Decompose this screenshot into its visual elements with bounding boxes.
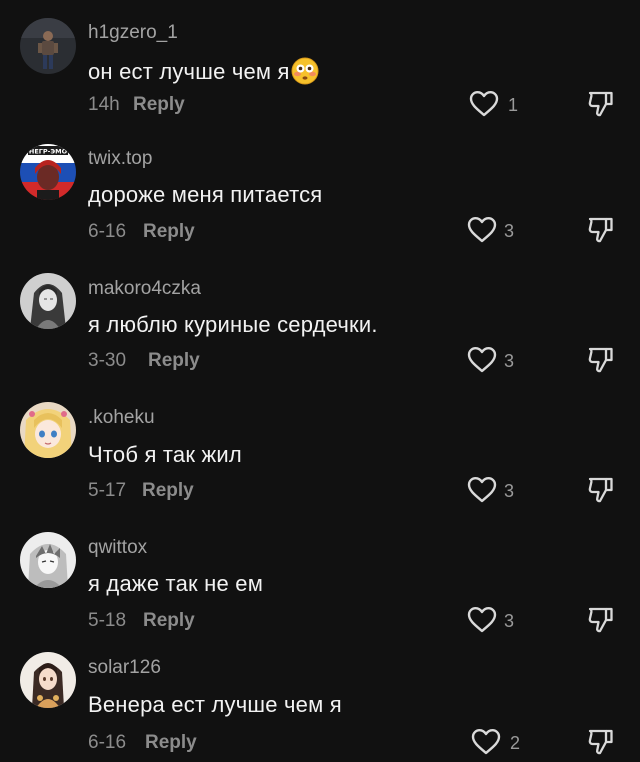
comment-time: 14h (88, 94, 120, 115)
heart-outline-icon (471, 729, 501, 755)
like-count: 1 (508, 95, 519, 115)
comment-text: я даже так не ем (88, 571, 264, 596)
thumbs-down-outline-icon (588, 217, 613, 243)
avatar[interactable] (20, 532, 76, 588)
like-button[interactable] (467, 216, 497, 244)
heart-outline-icon (467, 477, 497, 503)
comment-time: 3-30 (88, 350, 127, 371)
reply-button[interactable]: Reply (143, 610, 195, 632)
heart-outline-icon (467, 217, 497, 243)
avatar[interactable]: НЕГР-ЭМО (20, 144, 76, 200)
comment-text-content: он ест лучше чем я (88, 59, 290, 84)
avatar-image: НЕГР-ЭМО (20, 144, 76, 200)
avatar-image (20, 402, 76, 458)
thumbs-down-outline-icon (588, 607, 613, 633)
avatar-image (20, 652, 76, 708)
comment-text: он ест лучше чем я (88, 57, 319, 91)
comment-item: makoro4czka я люблю куриные сердечки. 3-… (0, 259, 640, 389)
heart-outline-icon (467, 607, 497, 633)
dislike-button[interactable] (586, 89, 616, 119)
thumbs-down-outline-icon (588, 91, 613, 117)
avatar[interactable] (20, 18, 76, 74)
like-button[interactable] (469, 90, 499, 118)
comment-item: qwittox я даже так не ем 5-18 Reply 3 (0, 519, 640, 649)
comment-username[interactable]: qwittox (88, 537, 147, 559)
comment-username[interactable]: .koheku (88, 407, 155, 429)
comment-time: 5-17 (88, 480, 127, 501)
like-button[interactable] (467, 476, 497, 504)
heart-outline-icon (467, 347, 497, 373)
comment-text: Чтоб я так жил (88, 442, 242, 467)
comment-username[interactable]: h1gzero_1 (88, 22, 178, 44)
comment-item: solar126 Венера ест лучше чем я 6-16 Rep… (0, 639, 640, 761)
comment-time: 6-16 (88, 732, 127, 753)
reply-button[interactable]: Reply (148, 350, 200, 372)
comment-time: 5-18 (88, 610, 127, 631)
comment-username[interactable]: solar126 (88, 657, 161, 679)
comment-username[interactable]: makoro4czka (88, 278, 201, 300)
dislike-button[interactable] (586, 345, 616, 375)
reply-button[interactable]: Reply (145, 732, 197, 754)
like-count: 3 (504, 351, 515, 371)
avatar-image (20, 18, 76, 74)
avatar-image (20, 273, 76, 329)
comment-item: .koheku Чтоб я так жил 5-17 Reply 3 (0, 389, 640, 519)
like-count: 3 (504, 481, 515, 501)
like-count: 3 (504, 221, 515, 241)
comment-item: h1gzero_1 он ест лучше чем я 14h Reply 1 (0, 0, 640, 130)
comment-username[interactable]: twix.top (88, 148, 152, 170)
avatar[interactable] (20, 652, 76, 708)
reply-button[interactable]: Reply (142, 480, 194, 502)
like-count: 2 (510, 733, 521, 753)
comment-text: я люблю куриные сердечки. (88, 312, 378, 337)
dislike-button[interactable] (586, 215, 616, 245)
heart-outline-icon (469, 91, 499, 117)
like-button[interactable] (467, 346, 497, 374)
dislike-button[interactable] (586, 605, 616, 635)
comment-text: дороже меня питается (88, 182, 323, 207)
like-button[interactable] (467, 606, 497, 634)
like-button[interactable] (471, 728, 501, 756)
avatar-image (20, 532, 76, 588)
comment-text: Венера ест лучше чем я (88, 692, 342, 717)
avatar[interactable] (20, 402, 76, 458)
avatar[interactable] (20, 273, 76, 329)
comment-item: НЕГР-ЭМО twix.top дороже меня питается 6… (0, 129, 640, 259)
dislike-button[interactable] (586, 727, 616, 757)
thumbs-down-outline-icon (588, 729, 613, 755)
thumbs-down-outline-icon (588, 477, 613, 503)
comment-time: 6-16 (88, 221, 127, 242)
flushed-face-emoji-icon (291, 57, 319, 91)
like-count: 3 (504, 611, 515, 631)
thumbs-down-outline-icon (588, 347, 613, 373)
reply-button[interactable]: Reply (133, 94, 185, 116)
reply-button[interactable]: Reply (143, 221, 195, 243)
dislike-button[interactable] (586, 475, 616, 505)
avatar-banner-text: НЕГР-ЭМО (29, 148, 68, 156)
